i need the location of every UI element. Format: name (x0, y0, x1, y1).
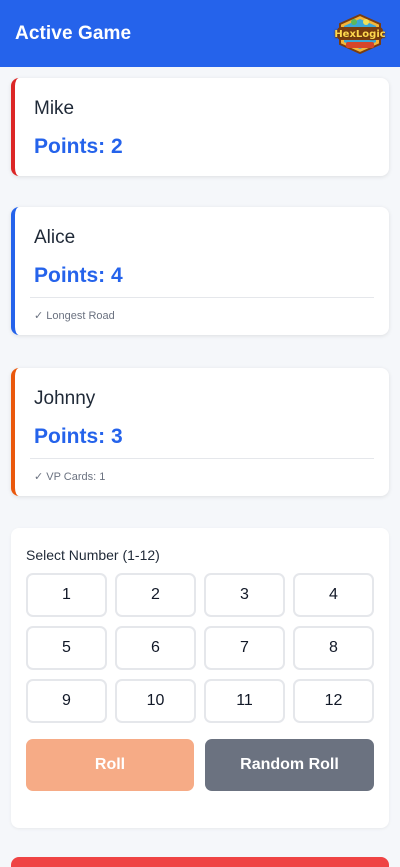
page-title: Active Game (15, 22, 132, 44)
number-grid: 1 2 3 4 5 6 7 8 9 10 11 12 (26, 573, 374, 723)
logo-wordmark: HexLogic (334, 28, 386, 40)
player-name: Alice (34, 227, 76, 248)
hexlogic-logo: HexLogic (334, 13, 386, 54)
player-card-mike: Mike Points: 2 (11, 78, 389, 176)
player-points: Points: 4 (34, 264, 123, 287)
number-button-11[interactable]: 11 (204, 679, 285, 723)
app-root: Active Game HexLogic Mike Points: 2 Alic… (0, 0, 400, 867)
number-button-2[interactable]: 2 (115, 573, 196, 617)
roll-button[interactable]: Roll (26, 739, 194, 791)
number-button-9[interactable]: 9 (26, 679, 107, 723)
number-button-3[interactable]: 3 (204, 573, 285, 617)
number-selector-panel: Select Number (1-12) 1 2 3 4 5 6 7 8 9 1… (11, 528, 389, 828)
player-card-johnny: Johnny Points: 3 ✓ VP Cards: 1 (11, 368, 389, 496)
player-name: Mike (34, 98, 75, 119)
number-selector-label: Select Number (1-12) (26, 547, 160, 563)
number-button-12[interactable]: 12 (293, 679, 374, 723)
player-achievement-longest-road: ✓ Longest Road (34, 310, 115, 322)
player-points: Points: 3 (34, 425, 123, 448)
number-button-1[interactable]: 1 (26, 573, 107, 617)
number-button-7[interactable]: 7 (204, 626, 285, 670)
card-divider (30, 458, 374, 459)
player-achievement-vp-cards: ✓ VP Cards: 1 (34, 471, 106, 483)
number-button-6[interactable]: 6 (115, 626, 196, 670)
player-points: Points: 2 (34, 135, 123, 158)
header-bar: Active Game HexLogic (0, 0, 400, 67)
number-button-5[interactable]: 5 (26, 626, 107, 670)
card-divider (30, 297, 374, 298)
number-button-4[interactable]: 4 (293, 573, 374, 617)
bottom-action-button[interactable] (11, 857, 389, 867)
random-roll-button[interactable]: Random Roll (205, 739, 374, 791)
number-button-8[interactable]: 8 (293, 626, 374, 670)
player-name: Johnny (34, 388, 96, 409)
number-button-10[interactable]: 10 (115, 679, 196, 723)
player-card-alice: Alice Points: 4 ✓ Longest Road (11, 207, 389, 335)
